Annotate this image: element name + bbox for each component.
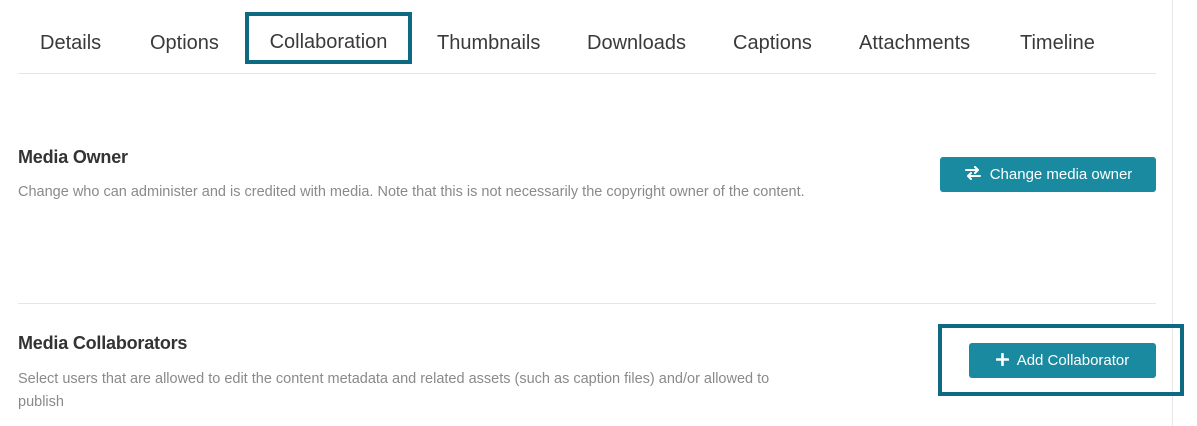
change-media-owner-label: Change media owner	[989, 166, 1133, 183]
add-collaborator-button[interactable]: Add Collaborator	[969, 343, 1156, 378]
plus-icon	[995, 352, 1010, 369]
media-collaborators-title: Media Collaborators	[18, 333, 188, 353]
tab-timeline[interactable]: Timeline	[1020, 14, 1095, 73]
tab-downloads[interactable]: Downloads	[587, 14, 686, 73]
tab-options[interactable]: Options	[150, 14, 219, 73]
tab-details[interactable]: Details	[40, 14, 101, 73]
media-owner-title: Media Owner	[18, 147, 128, 167]
tab-thumbnails[interactable]: Thumbnails	[437, 14, 540, 73]
section-divider	[18, 303, 1156, 304]
add-collaborator-label: Add Collaborator	[1016, 352, 1130, 369]
change-media-owner-button[interactable]: Change media owner	[940, 157, 1156, 192]
content-right-border	[1172, 0, 1173, 426]
media-owner-description: Change who can administer and is credite…	[18, 184, 805, 200]
tab-attachments[interactable]: Attachments	[859, 14, 970, 73]
tab-collaboration[interactable]: Collaboration	[245, 12, 412, 64]
media-tab-bar: Details Options Collaboration Thumbnails…	[18, 12, 1156, 74]
swap-arrows-icon	[964, 166, 982, 183]
tab-captions[interactable]: Captions	[733, 14, 812, 73]
media-collaborators-description: Select users that are allowed to edit th…	[18, 371, 770, 410]
